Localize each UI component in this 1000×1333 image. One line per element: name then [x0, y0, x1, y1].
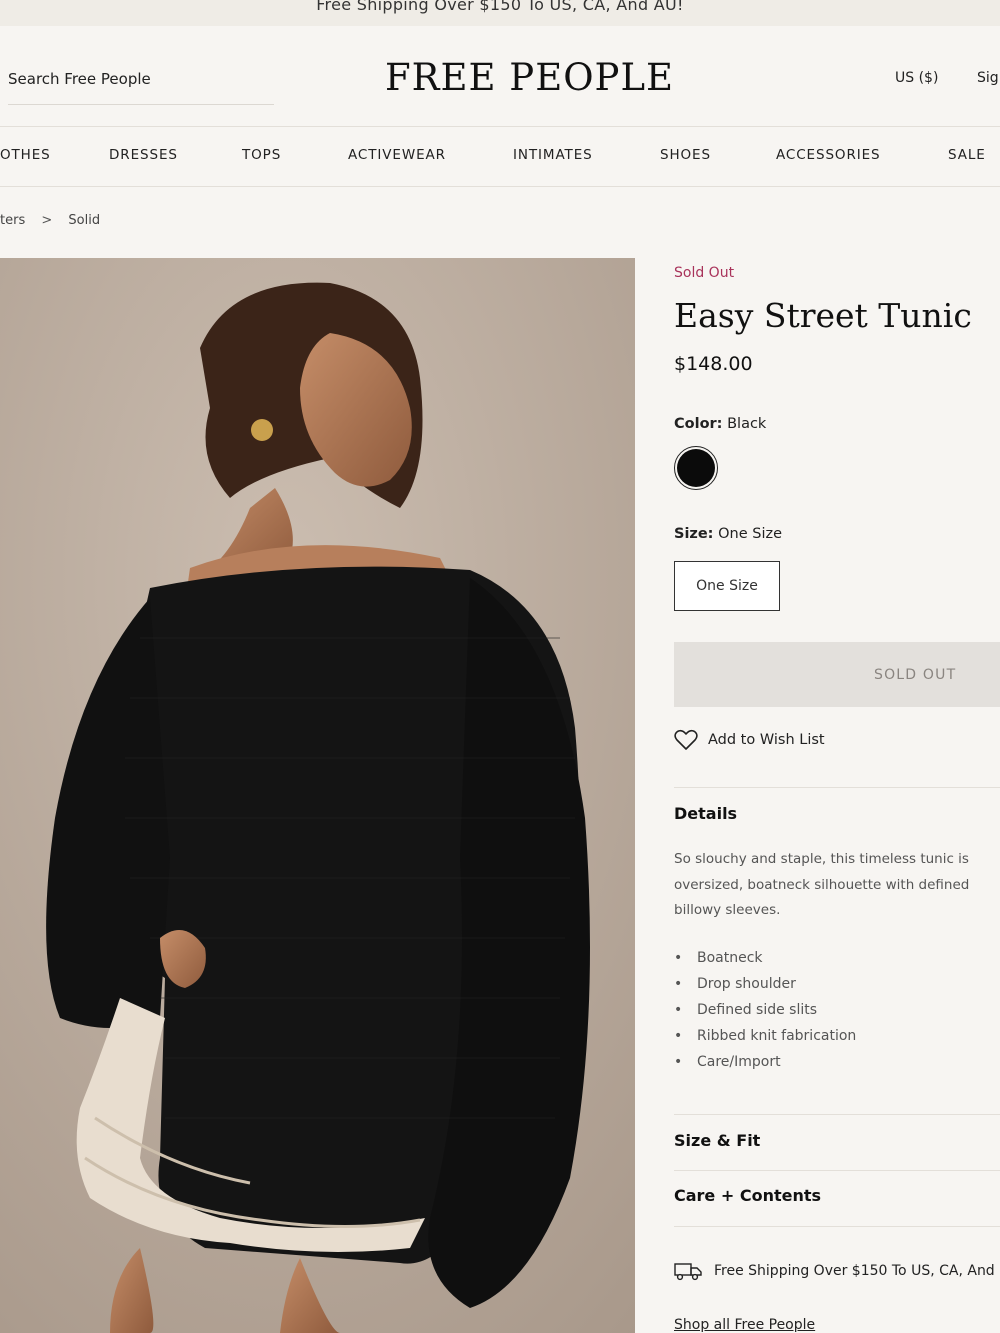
nav-item-shoes[interactable]: SHOES [660, 147, 711, 163]
breadcrumb: ters > Solid [0, 213, 100, 228]
currency-selector[interactable]: US ($) [895, 70, 938, 86]
color-label-key: Color: [674, 416, 723, 432]
shipping-notice: Free Shipping Over $150 To US, CA, And [674, 1261, 995, 1281]
site-header: Search Free People FREE PEOPLE US ($) Si… [0, 26, 1000, 126]
wishlist-label: Add to Wish List [708, 732, 825, 748]
nav-divider [0, 186, 1000, 187]
size-label-key: Size: [674, 526, 714, 542]
divider [674, 1226, 1000, 1227]
breadcrumb-item-sweaters[interactable]: ters [0, 213, 25, 228]
breadcrumb-item-solid[interactable]: Solid [68, 213, 100, 228]
feature-item: Drop shoulder [674, 971, 856, 997]
nav-item-activewear[interactable]: ACTIVEWEAR [348, 147, 446, 163]
nav-item-intimates[interactable]: INTIMATES [513, 147, 593, 163]
care-contents-accordion[interactable]: Care + Contents [674, 1186, 821, 1205]
description-line: billowy sleeves. [674, 902, 781, 918]
product-description: So slouchy and staple, this timeless tun… [674, 847, 1000, 924]
sold-out-button[interactable]: SOLD OUT [674, 642, 1000, 707]
feature-item: Care/Import [674, 1049, 856, 1075]
feature-item: Defined side slits [674, 997, 856, 1023]
search-bar[interactable]: Search Free People [8, 68, 274, 105]
feature-item: Ribbed knit fabrication [674, 1023, 856, 1049]
nav-item-sale[interactable]: SALE [948, 147, 986, 163]
heart-icon [674, 729, 698, 750]
truck-icon [674, 1263, 702, 1281]
divider [674, 1170, 1000, 1171]
size-fit-accordion[interactable]: Size & Fit [674, 1131, 760, 1150]
details-heading[interactable]: Details [674, 804, 737, 823]
description-line: oversized, boatneck silhouette with defi… [674, 876, 970, 893]
nav-item-accessories[interactable]: ACCESSORIES [776, 147, 881, 163]
header-divider [0, 126, 1000, 127]
chevron-right-icon: > [41, 213, 53, 228]
divider [674, 1114, 1000, 1115]
nav-item-clothes[interactable]: OTHES [0, 147, 51, 163]
sold-out-badge: Sold Out [674, 265, 735, 281]
divider [674, 787, 1000, 788]
shop-all-link[interactable]: Shop all Free People [674, 1317, 815, 1333]
promo-banner: Free Shipping Over $150 To US, CA, And A… [0, 0, 1000, 26]
brand-logo[interactable]: FREE PEOPLE [385, 56, 674, 99]
size-label: Size: One Size [674, 526, 782, 542]
nav-item-tops[interactable]: TOPS [242, 147, 281, 163]
size-label-value: One Size [718, 526, 783, 542]
color-swatch-black[interactable] [674, 446, 718, 490]
sign-in-link[interactable]: Sig [977, 70, 999, 86]
product-title: Easy Street Tunic [674, 296, 972, 335]
color-label: Color: Black [674, 416, 766, 432]
nav-item-dresses[interactable]: DRESSES [109, 147, 178, 163]
search-input[interactable]: Search Free People [8, 70, 151, 88]
shipping-text: Free Shipping Over $150 To US, CA, And [714, 1263, 995, 1279]
add-to-wishlist-button[interactable]: Add to Wish List [674, 728, 825, 752]
product-image[interactable] [0, 258, 635, 1333]
feature-list: Boatneck Drop shoulder Defined side slit… [674, 945, 856, 1075]
product-price: $148.00 [674, 353, 753, 375]
swatch-fill [677, 449, 715, 487]
main-nav: OTHES DRESSES TOPS ACTIVEWEAR INTIMATES … [0, 147, 1000, 167]
product-photo-illustration [0, 258, 635, 1333]
feature-item: Boatneck [674, 945, 856, 971]
description-line: So slouchy and staple, this timeless tun… [674, 851, 969, 867]
product-info-panel: Sold Out Easy Street Tunic $148.00 Color… [674, 258, 1000, 1333]
color-label-value: Black [727, 416, 767, 432]
size-option-one-size[interactable]: One Size [674, 561, 780, 611]
promo-text: Free Shipping Over $150 To US, CA, And A… [316, 0, 684, 14]
